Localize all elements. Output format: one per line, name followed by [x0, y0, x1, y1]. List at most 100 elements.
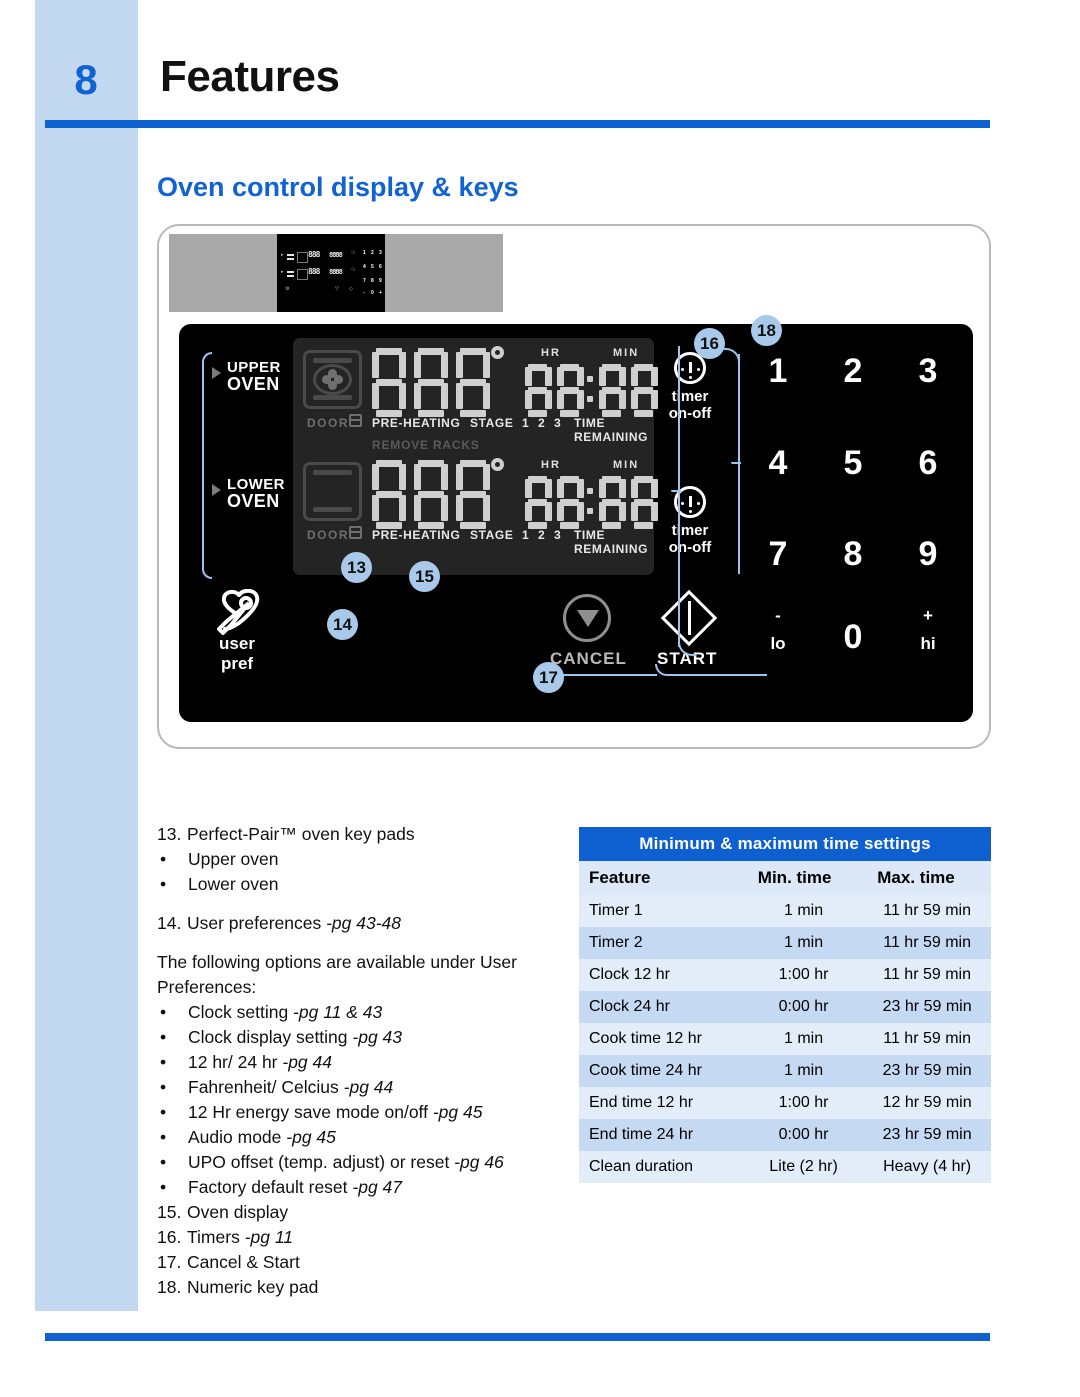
pref-bullet-0: • Clock setting -pg 11 & 43 — [157, 1000, 537, 1025]
legend-17-text: Cancel & Start — [187, 1252, 300, 1272]
key-4[interactable]: 4 — [750, 444, 806, 483]
pref-bullet-1-text: Clock display setting — [188, 1027, 353, 1047]
cell-feature: Timer 2 — [589, 934, 643, 951]
oven-control-figure: ▸ ▸ 888 888 8888 8888 ☉ ☉ ⚙ ▽ ◇ 1 2 3 4 … — [157, 224, 991, 749]
cell-feature: End time 12 hr — [589, 1094, 694, 1111]
legend-13-text: Perfect-Pair™ oven key pads — [187, 824, 415, 844]
cell-max: 23 hr 59 min — [882, 998, 972, 1015]
cell-max: 23 hr 59 min — [882, 1062, 972, 1079]
legend-16-text: Timers — [187, 1227, 245, 1247]
table-header-row: Feature Min. time Max. time — [579, 861, 991, 895]
legend-15-number: 15. — [157, 1202, 182, 1222]
table-caption-row: Minimum & maximum time settings — [579, 827, 991, 861]
leader-16-bottom — [738, 464, 740, 574]
cell-max: 11 hr 59 min — [883, 934, 971, 951]
cancel-icon — [563, 594, 611, 642]
col-header-feature: Feature — [589, 868, 651, 887]
cell-min: 1 min — [783, 1062, 824, 1079]
pref-bullet-6-pg: -pg 46 — [454, 1152, 504, 1172]
bullet-dot: • — [160, 1102, 167, 1122]
pref-bullet-0-pg: -pg 11 & 43 — [293, 1002, 383, 1022]
cell-max: 11 hr 59 min — [883, 1030, 971, 1047]
timer-2-label: timer on-off — [668, 522, 712, 556]
lower-oven-label: LOWER OVEN — [227, 476, 285, 511]
timer-1-label: timer on-off — [668, 388, 712, 422]
cell-min: 1 min — [783, 1030, 824, 1047]
pref-bullet-2: • 12 hr/ 24 hr -pg 44 — [157, 1050, 537, 1075]
legend-14-number: 14. — [157, 913, 182, 933]
callout-15: 15 — [409, 561, 440, 592]
leader-17-notch — [655, 664, 669, 676]
cell-max: 12 hr 59 min — [882, 1094, 972, 1111]
key-plus-label: + — [923, 606, 933, 625]
legend-list: 13. Perfect-Pair™ oven key pads • Upper … — [157, 822, 537, 1300]
pref-bullet-7-text: Factory default reset — [188, 1177, 353, 1197]
legend-17-number: 17. — [157, 1252, 182, 1272]
cell-feature: End time 24 hr — [589, 1126, 694, 1143]
user-pref-wrench-icon — [217, 589, 260, 635]
pref-bullet-4: • 12 Hr energy save mode on/off -pg 45 — [157, 1100, 537, 1125]
table-row: Cook time 24 hr 1 min 23 hr 59 min — [579, 1055, 991, 1087]
legend-18-text: Numeric key pad — [187, 1277, 319, 1297]
callout-18: 18 — [751, 315, 782, 346]
oven-display: DOOR HR MIN PRE-HEATING STAGE 1 2 3 TIME… — [293, 338, 658, 575]
key-2[interactable]: 2 — [825, 352, 881, 391]
lower-stage-2: 2 — [538, 528, 546, 542]
oven-brace-upper — [202, 352, 212, 472]
page-number: 8 — [74, 56, 98, 103]
legend-item-14: 14. User preferences -pg 43-48 — [157, 911, 537, 936]
cell-feature: Clock 24 hr — [589, 998, 670, 1015]
bullet-dot: • — [160, 1002, 167, 1022]
bullet-dot: • — [160, 1127, 167, 1147]
oven-brace-lower — [202, 469, 212, 579]
lower-door-icon — [349, 526, 362, 539]
table-row: End time 12 hr 1:00 hr 12 hr 59 min — [579, 1087, 991, 1119]
upper-door-icon — [349, 414, 362, 427]
lower-oven-icon — [303, 462, 362, 521]
legend-intro: The following options are available unde… — [157, 952, 517, 997]
key-9[interactable]: 9 — [900, 535, 956, 574]
key-6[interactable]: 6 — [900, 444, 956, 483]
key-5[interactable]: 5 — [825, 444, 881, 483]
key-0[interactable]: 0 — [825, 618, 881, 657]
lower-stage-3: 3 — [554, 528, 562, 542]
pref-bullet-3-text: Fahrenheit/ Celcius — [188, 1077, 344, 1097]
col-header-min: Min. time — [757, 868, 832, 887]
upper-degree-icon — [491, 346, 504, 359]
legend-16-number: 16. — [157, 1227, 182, 1247]
bullet-dot: • — [160, 1052, 167, 1072]
cell-min: Lite (2 hr) — [769, 1158, 838, 1175]
section-title: Oven control display & keys — [157, 172, 519, 202]
cell-min: 1 min — [783, 934, 824, 951]
legend-13-bullet-1: • Upper oven — [157, 847, 537, 872]
table-row: Clean duration Lite (2 hr) Heavy (4 hr) — [579, 1151, 991, 1183]
table-row: Clock 24 hr 0:00 hr 23 hr 59 min — [579, 991, 991, 1023]
lower-stage-1: 1 — [522, 528, 530, 542]
upper-min-label: MIN — [613, 347, 640, 359]
cell-max: 11 hr 59 min — [883, 902, 971, 919]
legend-13-bullet-2: • Lower oven — [157, 872, 537, 897]
upper-time-remaining-label: TIME REMAINING — [574, 416, 649, 444]
key-3[interactable]: 3 — [900, 352, 956, 391]
key-7[interactable]: 7 — [750, 535, 806, 574]
lower-degree-icon — [491, 458, 504, 471]
key-8[interactable]: 8 — [825, 535, 881, 574]
leader-18-hook-bottom — [678, 624, 696, 656]
upper-preheating-label: PRE-HEATING — [372, 416, 461, 430]
legend-16-pg: -pg 11 — [244, 1227, 294, 1247]
appliance-inset: ▸ ▸ 888 888 8888 8888 ☉ ☉ ⚙ ▽ ◇ 1 2 3 4 … — [169, 234, 503, 312]
key-lo-label: lo — [770, 634, 786, 653]
cell-min: 1:00 hr — [778, 966, 829, 983]
pref-bullet-4-pg: -pg 45 — [432, 1102, 483, 1122]
remove-racks-label: REMOVE RACKS — [372, 438, 480, 452]
user-pref-label: user pref — [219, 634, 255, 673]
legend-item-15: 15. Oven display — [157, 1200, 537, 1225]
key-1[interactable]: 1 — [750, 352, 806, 391]
bullet-dot: • — [160, 1027, 167, 1047]
legend-13-bullet-1-text: Upper oven — [188, 849, 279, 869]
lower-hr-label: HR — [541, 459, 561, 471]
table-row: Cook time 12 hr 1 min 11 hr 59 min — [579, 1023, 991, 1055]
cell-max: 11 hr 59 min — [883, 966, 971, 983]
cell-min: 0:00 hr — [778, 1126, 829, 1143]
time-settings-table: Minimum & maximum time settings Feature … — [579, 827, 991, 1183]
